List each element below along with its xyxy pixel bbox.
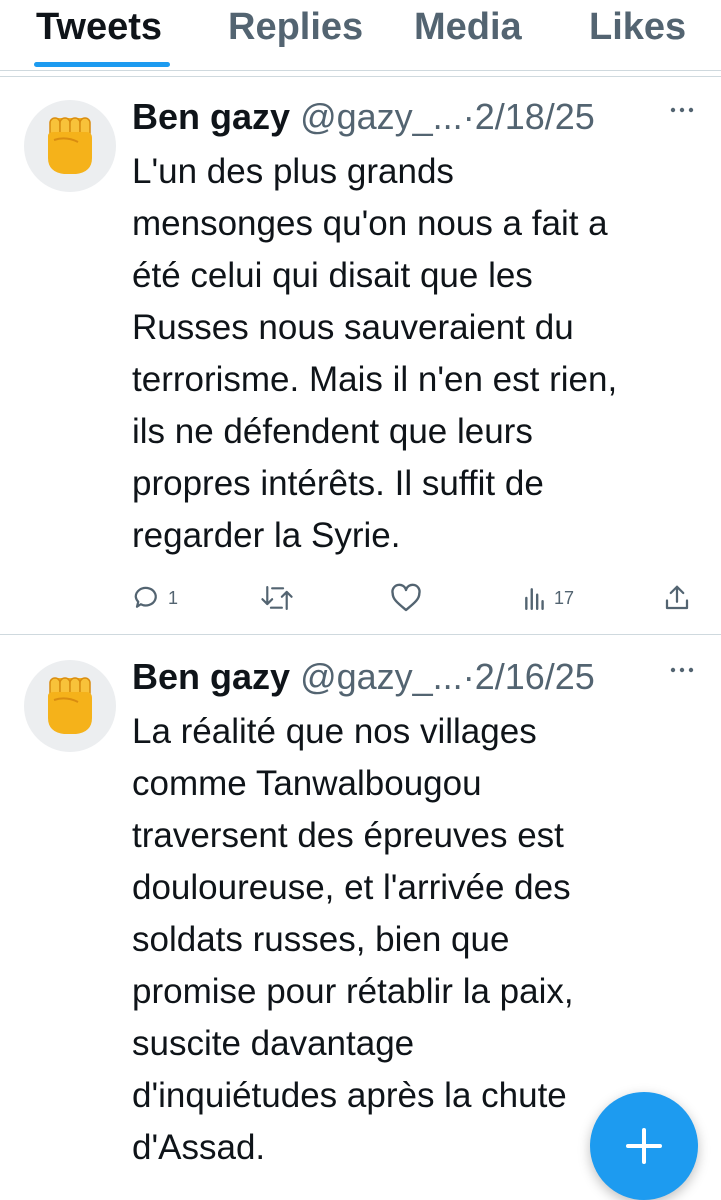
tab-likes[interactable]: Likes <box>589 4 686 50</box>
tweet-text: L'un des plus grands mensonges qu'on nou… <box>132 152 618 555</box>
tweet-divider <box>0 634 721 635</box>
views-button[interactable]: 17 <box>522 578 574 618</box>
more-dots-icon[interactable] <box>662 96 702 136</box>
retweet-icon <box>261 585 293 611</box>
timeline-top-divider <box>0 76 721 77</box>
tweet-date[interactable]: 2/16/25 <box>475 656 595 697</box>
retweet-button[interactable] <box>260 578 294 618</box>
tweet-header: Ben gazy @gazy_...·2/16/25 <box>132 654 642 700</box>
more-dots-icon[interactable] <box>662 656 702 696</box>
separator: · <box>462 96 475 137</box>
reply-button[interactable]: 1 <box>132 578 178 618</box>
heart-icon <box>391 583 421 612</box>
tweet-date[interactable]: 2/18/25 <box>475 96 595 137</box>
display-name[interactable]: Ben gazy <box>132 96 290 137</box>
tweet-actions: 1 17 <box>132 578 707 618</box>
user-handle[interactable]: @gazy_... <box>300 656 463 697</box>
tab-media[interactable]: Media <box>414 4 522 50</box>
separator: · <box>462 656 475 697</box>
compose-button[interactable] <box>590 1092 698 1200</box>
profile-tabs: Tweets Replies Media Likes <box>0 0 721 70</box>
avatar[interactable] <box>24 100 116 192</box>
views-icon <box>525 588 544 611</box>
user-handle[interactable]: @gazy_... <box>300 96 463 137</box>
plus-icon <box>626 1128 662 1164</box>
active-tab-indicator <box>34 62 170 67</box>
tab-replies[interactable]: Replies <box>228 4 363 50</box>
share-button[interactable] <box>662 578 692 618</box>
tabs-divider <box>0 70 721 71</box>
tab-tweets[interactable]: Tweets <box>36 4 162 50</box>
reply-count: 1 <box>168 587 179 608</box>
reply-icon <box>134 586 157 608</box>
tweet[interactable]: Ben gazy @gazy_...·2/18/25 L'un des plus… <box>0 78 721 634</box>
raised-fist-emoji <box>48 117 92 174</box>
display-name[interactable]: Ben gazy <box>132 656 290 697</box>
like-button[interactable] <box>390 578 422 618</box>
raised-fist-emoji <box>48 677 92 734</box>
tweet-header: Ben gazy @gazy_...·2/18/25 <box>132 94 642 140</box>
share-icon <box>665 585 689 610</box>
avatar[interactable] <box>24 660 116 752</box>
views-count: 17 <box>554 587 575 608</box>
